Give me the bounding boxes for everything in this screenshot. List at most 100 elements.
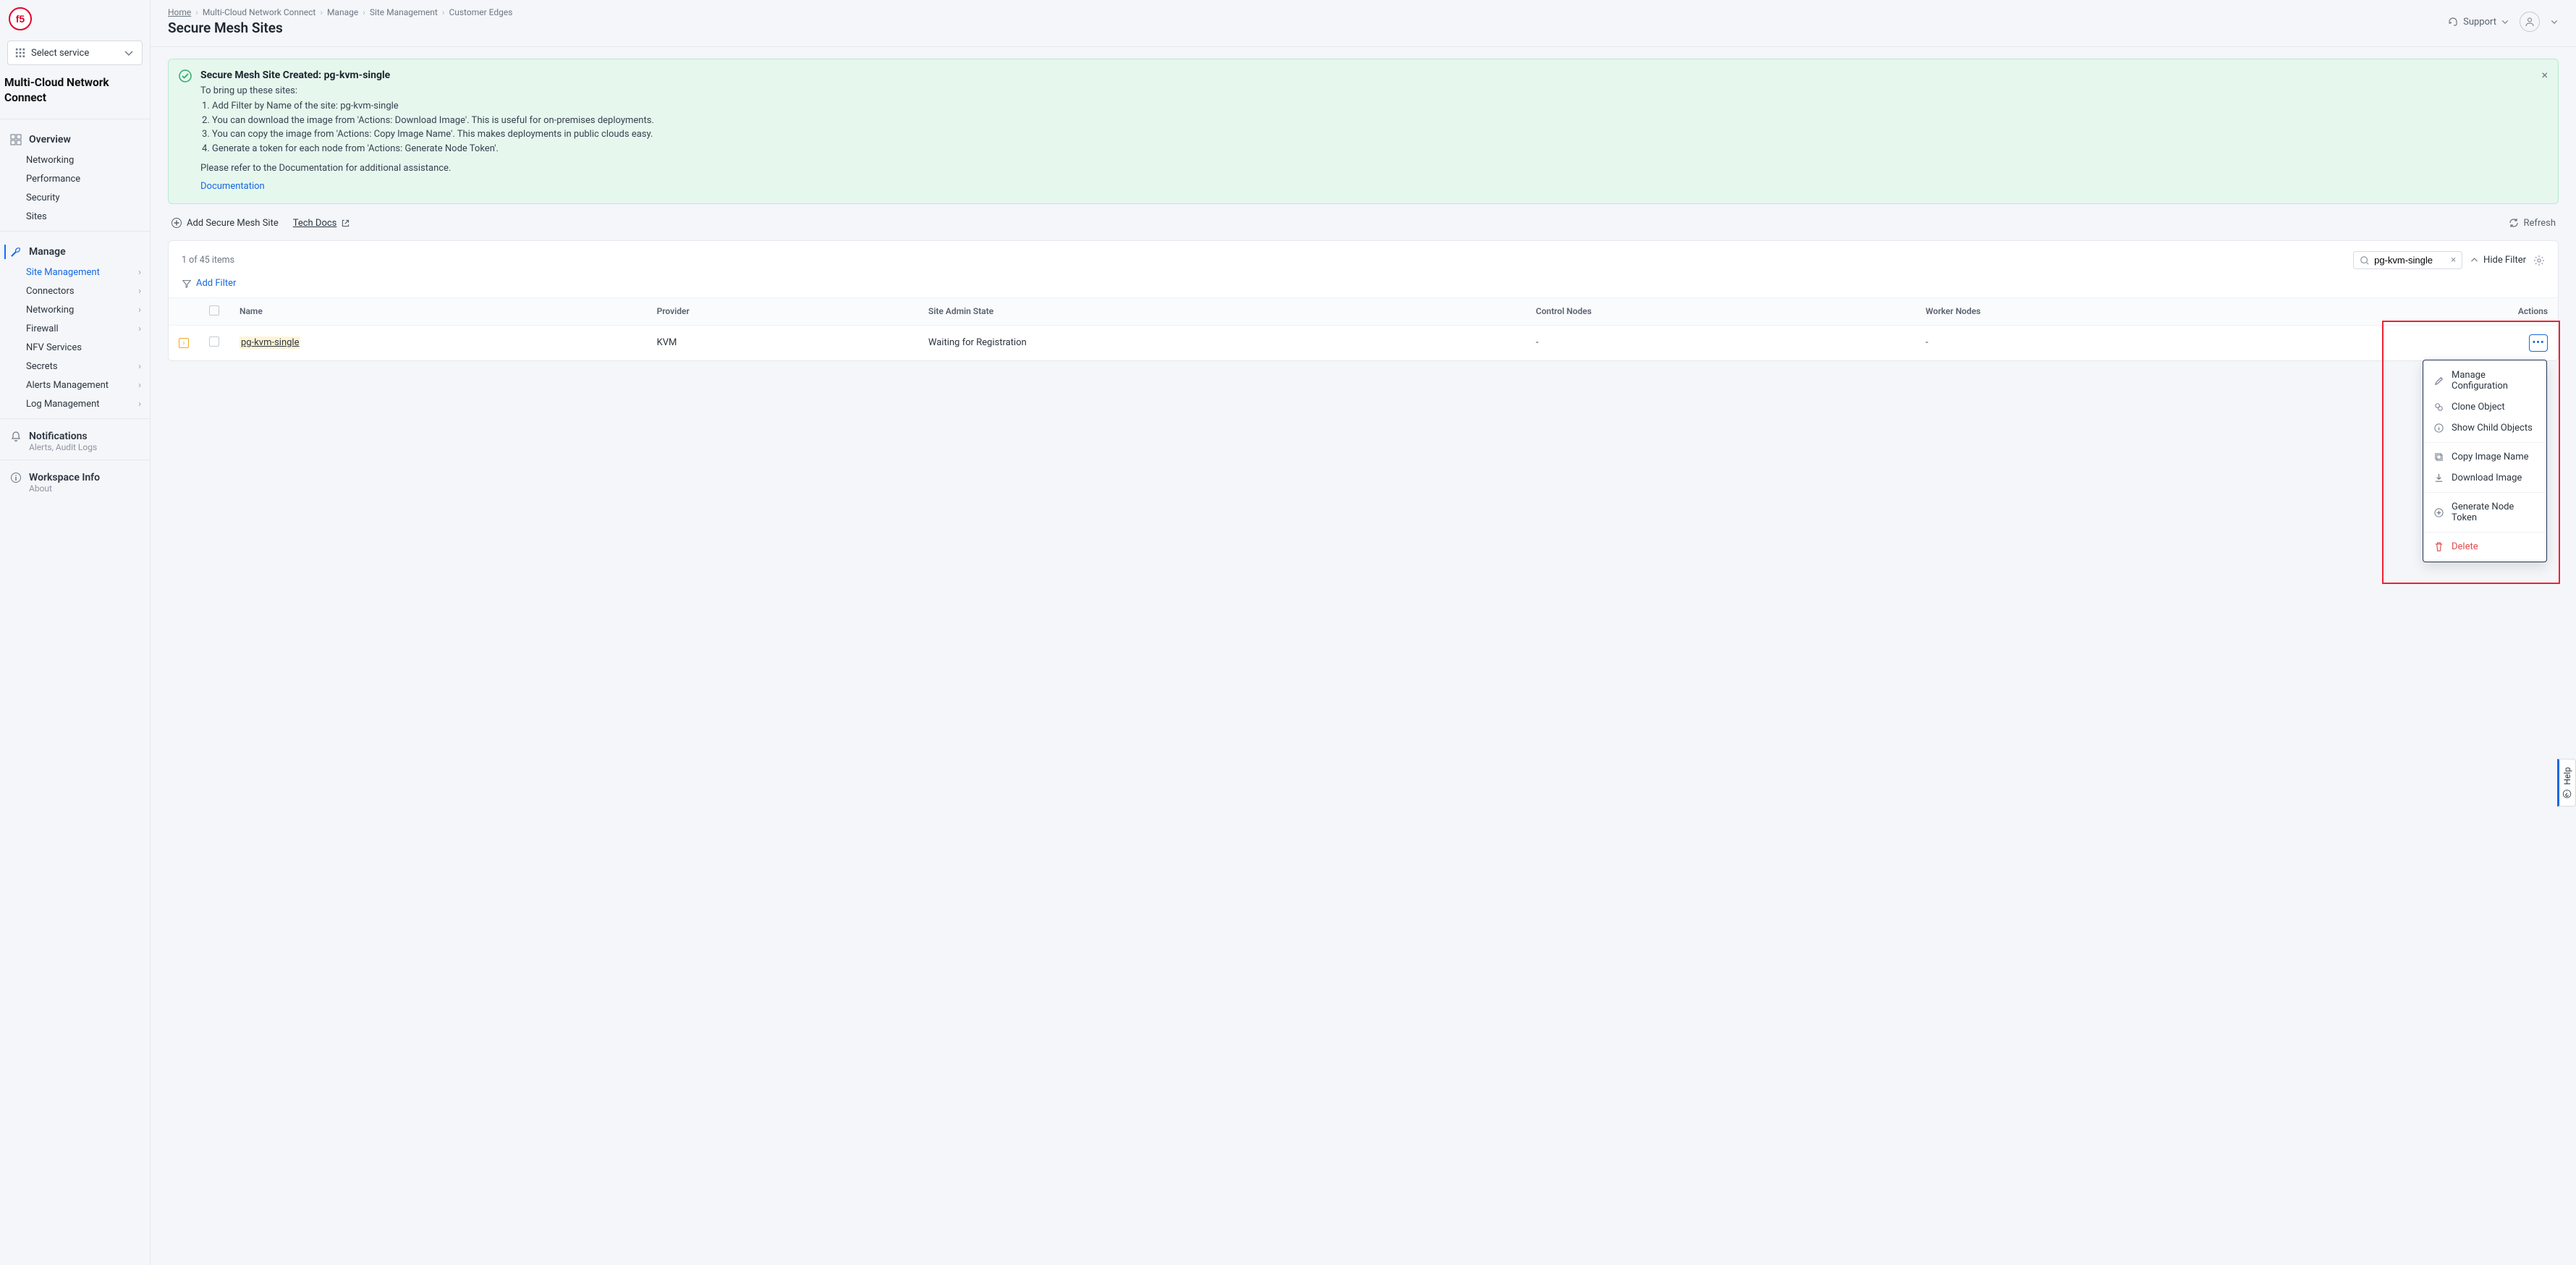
success-alert: × Secure Mesh Site Created: pg-kvm-singl… <box>168 59 2559 204</box>
row-expand-icon[interactable]: › <box>179 338 189 348</box>
pencil-icon <box>2433 376 2444 386</box>
workspace-title: Multi-Cloud Network Connect <box>0 75 150 119</box>
grid-icon <box>15 48 25 58</box>
cell-control: - <box>1526 325 1916 360</box>
gear-icon[interactable] <box>2533 255 2545 266</box>
help-tab[interactable]: Help <box>2557 759 2576 807</box>
nav-overview-performance[interactable]: Performance <box>0 170 150 189</box>
user-avatar[interactable] <box>2520 12 2540 32</box>
clone-icon <box>2433 402 2444 412</box>
data-panel: 1 of 45 items × Hide Filter <box>168 240 2559 361</box>
check-circle-icon <box>179 69 192 82</box>
info-icon <box>10 472 22 483</box>
nav-manage-site-management[interactable]: Site Management› <box>0 263 150 282</box>
download-icon <box>2433 473 2444 483</box>
refresh-button[interactable]: Refresh <box>2508 217 2556 229</box>
support-button[interactable]: Support <box>2447 16 2509 28</box>
help-icon <box>2563 789 2572 798</box>
external-link-icon <box>341 219 350 228</box>
sites-table: Name Provider Site Admin State Control N… <box>169 297 2558 360</box>
nav-manage-alerts-management[interactable]: Alerts Management› <box>0 376 150 395</box>
chevron-down-icon <box>2501 17 2509 26</box>
action-download-image[interactable]: Download Image <box>2423 468 2546 488</box>
action-generate-node-token[interactable]: Generate Node Token <box>2423 496 2546 528</box>
breadcrumb-site-management[interactable]: Site Management <box>370 7 438 17</box>
plus-circle-icon <box>171 217 182 229</box>
nav-overview-sites[interactable]: Sites <box>0 208 150 227</box>
chevron-right-icon: › <box>138 399 141 410</box>
refresh-icon <box>2508 217 2520 229</box>
nav-overview-networking[interactable]: Networking <box>0 151 150 170</box>
nav-overview-security[interactable]: Security <box>0 189 150 208</box>
breadcrumb-home[interactable]: Home <box>168 7 191 17</box>
breadcrumb-mcnc[interactable]: Multi-Cloud Network Connect <box>203 7 315 17</box>
nav-manage-secrets[interactable]: Secrets› <box>0 358 150 376</box>
site-name-link[interactable]: pg-kvm-single <box>240 337 300 349</box>
clear-search-button[interactable]: × <box>2451 255 2456 266</box>
chevron-right-icon: › <box>138 380 141 391</box>
col-name[interactable]: Name <box>229 297 647 325</box>
nav-manage-firewall[interactable]: Firewall› <box>0 320 150 339</box>
logo-area: f5 <box>0 0 150 38</box>
add-secure-mesh-site-button[interactable]: Add Secure Mesh Site <box>171 217 279 229</box>
alert-title: Secure Mesh Site Created: pg-kvm-single <box>200 69 2545 81</box>
nav-manage[interactable]: Manage <box>0 240 150 263</box>
nav-manage-log-management[interactable]: Log Management› <box>0 395 150 414</box>
select-service-label: Select service <box>31 48 117 59</box>
chevron-right-icon: › <box>138 286 141 297</box>
col-worker-nodes[interactable]: Worker Nodes <box>1915 297 2302 325</box>
chevron-right-icon: › <box>138 267 141 278</box>
actions-dropdown: Manage Configuration Clone Object Show C… <box>2423 360 2547 562</box>
nav-manage-connectors[interactable]: Connectors› <box>0 282 150 301</box>
action-manage-configuration[interactable]: Manage Configuration <box>2423 365 2546 397</box>
action-show-child-objects[interactable]: Show Child Objects <box>2423 418 2546 439</box>
select-all-checkbox[interactable] <box>209 305 219 316</box>
action-delete[interactable]: Delete <box>2423 536 2546 557</box>
search-input[interactable] <box>2374 255 2446 266</box>
action-clone-object[interactable]: Clone Object <box>2423 397 2546 418</box>
alert-close-button[interactable]: × <box>2541 68 2548 82</box>
chevron-up-icon <box>2470 255 2479 265</box>
toolbar: Add Secure Mesh Site Tech Docs Refresh <box>168 210 2559 240</box>
select-service-dropdown[interactable]: Select service <box>7 41 143 65</box>
main: Home› Multi-Cloud Network Connect› Manag… <box>151 0 2576 1265</box>
col-provider[interactable]: Provider <box>647 297 918 325</box>
f5-logo-icon: f5 <box>9 7 32 30</box>
nav-notifications[interactable]: Notifications Alerts, Audit Logs <box>0 428 150 455</box>
chevron-right-icon: › <box>138 323 141 334</box>
sidebar: f5 Select service Multi-Cloud Network Co… <box>0 0 151 1265</box>
nav-workspace-info[interactable]: Workspace Info About <box>0 469 150 496</box>
headset-icon <box>2447 16 2459 28</box>
search-input-wrap[interactable]: × <box>2353 251 2462 269</box>
col-control-nodes[interactable]: Control Nodes <box>1526 297 1916 325</box>
copy-icon <box>2433 452 2444 462</box>
cell-admin-state: Waiting for Registration <box>918 325 1526 360</box>
col-admin-state[interactable]: Site Admin State <box>918 297 1526 325</box>
info-icon <box>2433 423 2444 433</box>
nav-manage-networking[interactable]: Networking› <box>0 301 150 320</box>
add-filter-button[interactable]: Add Filter <box>182 278 236 289</box>
breadcrumb-manage[interactable]: Manage <box>327 7 358 17</box>
page-title: Secure Mesh Sites <box>168 20 512 36</box>
chevron-down-icon <box>123 47 135 59</box>
nav-manage-nfv-services[interactable]: NFV Services <box>0 339 150 358</box>
nav-overview[interactable]: Overview <box>0 128 150 151</box>
chevron-right-icon: › <box>138 305 141 316</box>
col-actions: Actions <box>2302 297 2558 325</box>
row-actions-button[interactable]: ••• <box>2529 334 2548 352</box>
action-copy-image-name[interactable]: Copy Image Name <box>2423 447 2546 468</box>
user-icon <box>2524 16 2535 28</box>
tech-docs-link[interactable]: Tech Docs <box>293 218 351 229</box>
topbar: Home› Multi-Cloud Network Connect› Manag… <box>151 0 2576 47</box>
documentation-link[interactable]: Documentation <box>200 181 265 192</box>
cell-worker: - <box>1915 325 2302 360</box>
chevron-right-icon: › <box>138 361 141 372</box>
bell-icon <box>10 431 22 442</box>
breadcrumb-customer-edges[interactable]: Customer Edges <box>449 7 512 17</box>
chevron-down-icon <box>2550 17 2559 26</box>
filter-icon <box>182 279 192 289</box>
row-checkbox[interactable] <box>209 337 219 347</box>
cell-provider: KVM <box>647 325 918 360</box>
table-row: › pg-kvm-single KVM Waiting for Registra… <box>169 325 2558 360</box>
hide-filter-button[interactable]: Hide Filter <box>2470 255 2526 266</box>
